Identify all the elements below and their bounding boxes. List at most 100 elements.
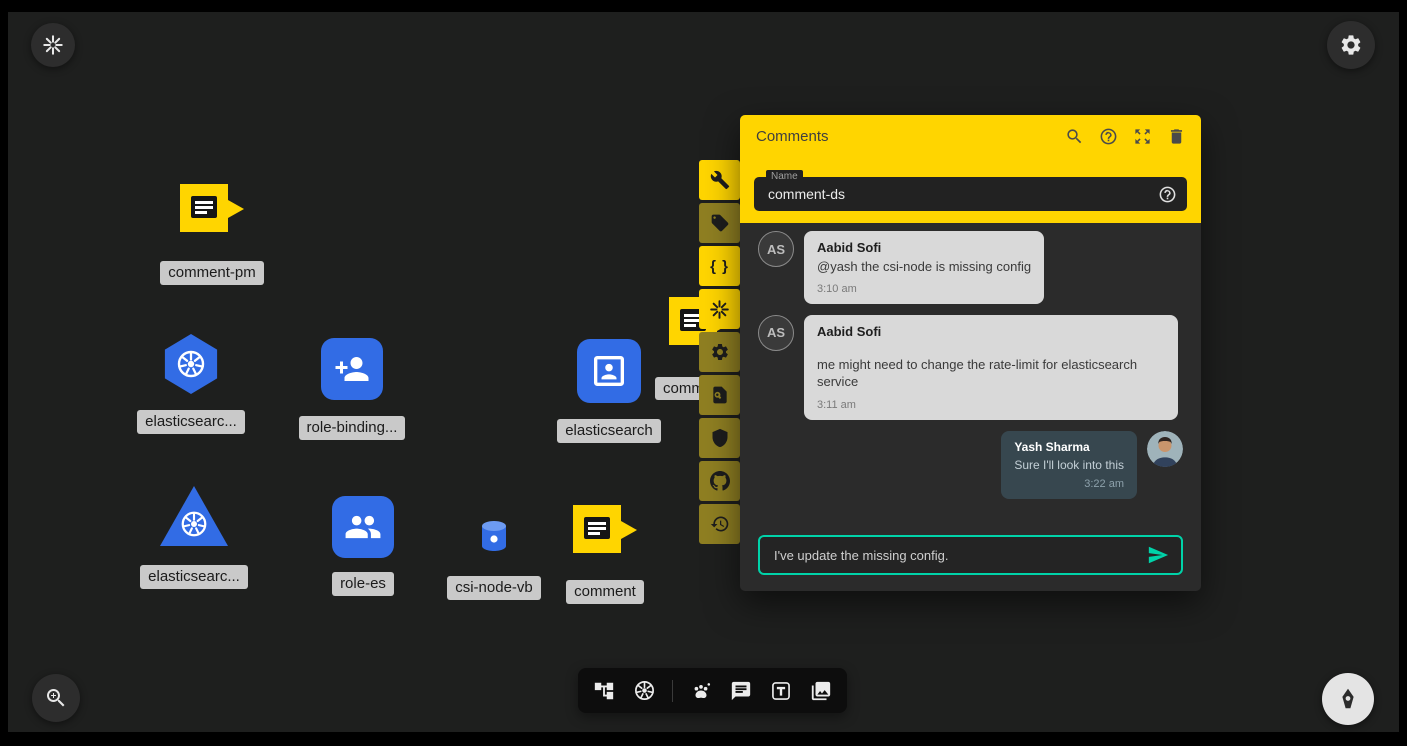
portrait-icon	[577, 339, 641, 403]
comment-message: AS Aabid Sofi me might need to change th…	[758, 315, 1183, 420]
message-text: me might need to change the rate-limit f…	[817, 356, 1165, 391]
gear-icon	[710, 342, 730, 362]
shield-icon	[710, 428, 730, 448]
avatar-initials: AS	[758, 231, 794, 267]
zoom-button[interactable]	[32, 674, 80, 722]
message-text: @yash the csi-node is missing config	[817, 258, 1031, 276]
message-bubble: Aabid Sofi me might need to change the r…	[804, 315, 1178, 420]
comment-tool-button[interactable]	[729, 679, 753, 703]
history-button[interactable]	[699, 504, 740, 544]
node-label: elasticsearc...	[140, 565, 248, 589]
text-tool-button[interactable]	[769, 679, 793, 703]
hierarchy-icon	[593, 680, 615, 702]
doc-scan-icon	[710, 385, 730, 405]
tag-button[interactable]	[699, 203, 740, 243]
settings-button[interactable]	[1327, 21, 1375, 69]
comment-shape-icon	[572, 504, 638, 562]
message-author: Yash Sharma	[1014, 440, 1124, 454]
help-icon	[1099, 127, 1118, 146]
wrench-icon	[710, 170, 730, 190]
comments-thread: AS Aabid Sofi @yash the csi-node is miss…	[740, 223, 1201, 591]
kubernetes-icon	[633, 679, 656, 702]
media-tool-button[interactable]	[809, 679, 833, 703]
comments-panel: Comments Name	[740, 115, 1201, 591]
comment-shape-icon	[179, 183, 245, 241]
help-button[interactable]	[1093, 121, 1123, 151]
node-comment[interactable]: comment	[540, 504, 670, 604]
bottom-dock	[578, 668, 847, 713]
braces-button[interactable]: { }	[699, 246, 740, 286]
comment-input[interactable]	[772, 547, 1145, 564]
message-time: 3:22 am	[1014, 478, 1124, 490]
search-icon	[1065, 127, 1084, 146]
braces-icon: { }	[710, 258, 729, 275]
message-text: Sure I'll look into this	[1014, 457, 1124, 473]
expand-icon	[1133, 127, 1152, 146]
design-mode-button[interactable]	[1322, 673, 1374, 725]
node-label: comment	[566, 580, 644, 604]
search-button[interactable]	[1059, 121, 1089, 151]
name-field[interactable]: Name	[754, 177, 1187, 211]
snowflake-button[interactable]	[699, 289, 740, 329]
expand-button[interactable]	[1127, 121, 1157, 151]
wrench-button[interactable]	[699, 160, 740, 200]
doodle-tool-button[interactable]	[689, 679, 713, 703]
node-label: comment-pm	[160, 261, 264, 285]
people-icon	[332, 496, 394, 558]
node-role-binding[interactable]: role-binding...	[286, 338, 418, 440]
avatar-photo	[1147, 431, 1183, 467]
storage-cylinder-icon	[479, 520, 509, 552]
node-elasticsearch-triangle[interactable]: elasticsearc...	[129, 486, 259, 589]
node-comment-pm[interactable]: comment-pm	[150, 183, 274, 285]
dock-divider	[672, 680, 673, 702]
gear-button[interactable]	[699, 332, 740, 372]
github-button[interactable]	[699, 461, 740, 501]
node-label: elasticsearch	[557, 419, 661, 443]
github-icon	[710, 471, 730, 491]
comment-message: Yash Sharma Sure I'll look into this 3:2…	[758, 431, 1183, 499]
comment-message: AS Aabid Sofi @yash the csi-node is miss…	[758, 231, 1183, 304]
shield-button[interactable]	[699, 418, 740, 458]
node-context-toolbar: { }	[699, 160, 740, 544]
node-label: role-es	[332, 572, 394, 596]
kubernetes-tool-button[interactable]	[632, 679, 656, 703]
snowflake-icon	[709, 299, 730, 320]
node-role-es[interactable]: role-es	[298, 496, 428, 596]
message-time: 3:10 am	[817, 283, 1031, 295]
message-bubble: Yash Sharma Sure I'll look into this 3:2…	[1001, 431, 1137, 499]
snowflake-logo-icon	[42, 34, 64, 56]
pen-nib-icon	[1335, 686, 1361, 712]
comment-icon	[730, 680, 752, 702]
node-label: role-binding...	[299, 416, 406, 440]
doodle-icon	[690, 680, 712, 702]
message-time: 3:11 am	[817, 399, 1165, 411]
media-icon	[810, 680, 832, 702]
kubernetes-hexagon-icon	[162, 334, 220, 394]
node-label: csi-node-vb	[447, 576, 541, 600]
history-icon	[710, 514, 730, 534]
kubernetes-triangle-icon	[160, 486, 228, 546]
name-section: Name	[740, 157, 1201, 223]
comments-panel-header: Comments	[740, 115, 1201, 157]
person-add-icon	[321, 338, 383, 400]
node-label: elasticsearc...	[137, 410, 245, 434]
name-input[interactable]	[768, 186, 1158, 202]
avatar-initials: AS	[758, 315, 794, 351]
comment-composer[interactable]	[758, 535, 1183, 575]
zoom-in-icon	[44, 686, 68, 710]
delete-button[interactable]	[1161, 121, 1191, 151]
node-elasticsearch-hexagon[interactable]: elasticsearc...	[126, 334, 256, 434]
send-button[interactable]	[1145, 542, 1171, 568]
tag-icon	[710, 213, 730, 233]
message-bubble: Aabid Sofi @yash the csi-node is missing…	[804, 231, 1044, 304]
name-help-icon[interactable]	[1158, 185, 1177, 204]
design-canvas[interactable]: comment-pm elasticsearc... role-binding.…	[8, 12, 1399, 732]
text-icon	[770, 680, 792, 702]
doc-scan-button[interactable]	[699, 375, 740, 415]
panel-title: Comments	[756, 128, 1055, 145]
message-author: Aabid Sofi	[817, 324, 1165, 339]
app-logo-button[interactable]	[31, 23, 75, 67]
message-author: Aabid Sofi	[817, 240, 1031, 255]
gear-icon	[1339, 33, 1363, 57]
hierarchy-tool-button[interactable]	[592, 679, 616, 703]
